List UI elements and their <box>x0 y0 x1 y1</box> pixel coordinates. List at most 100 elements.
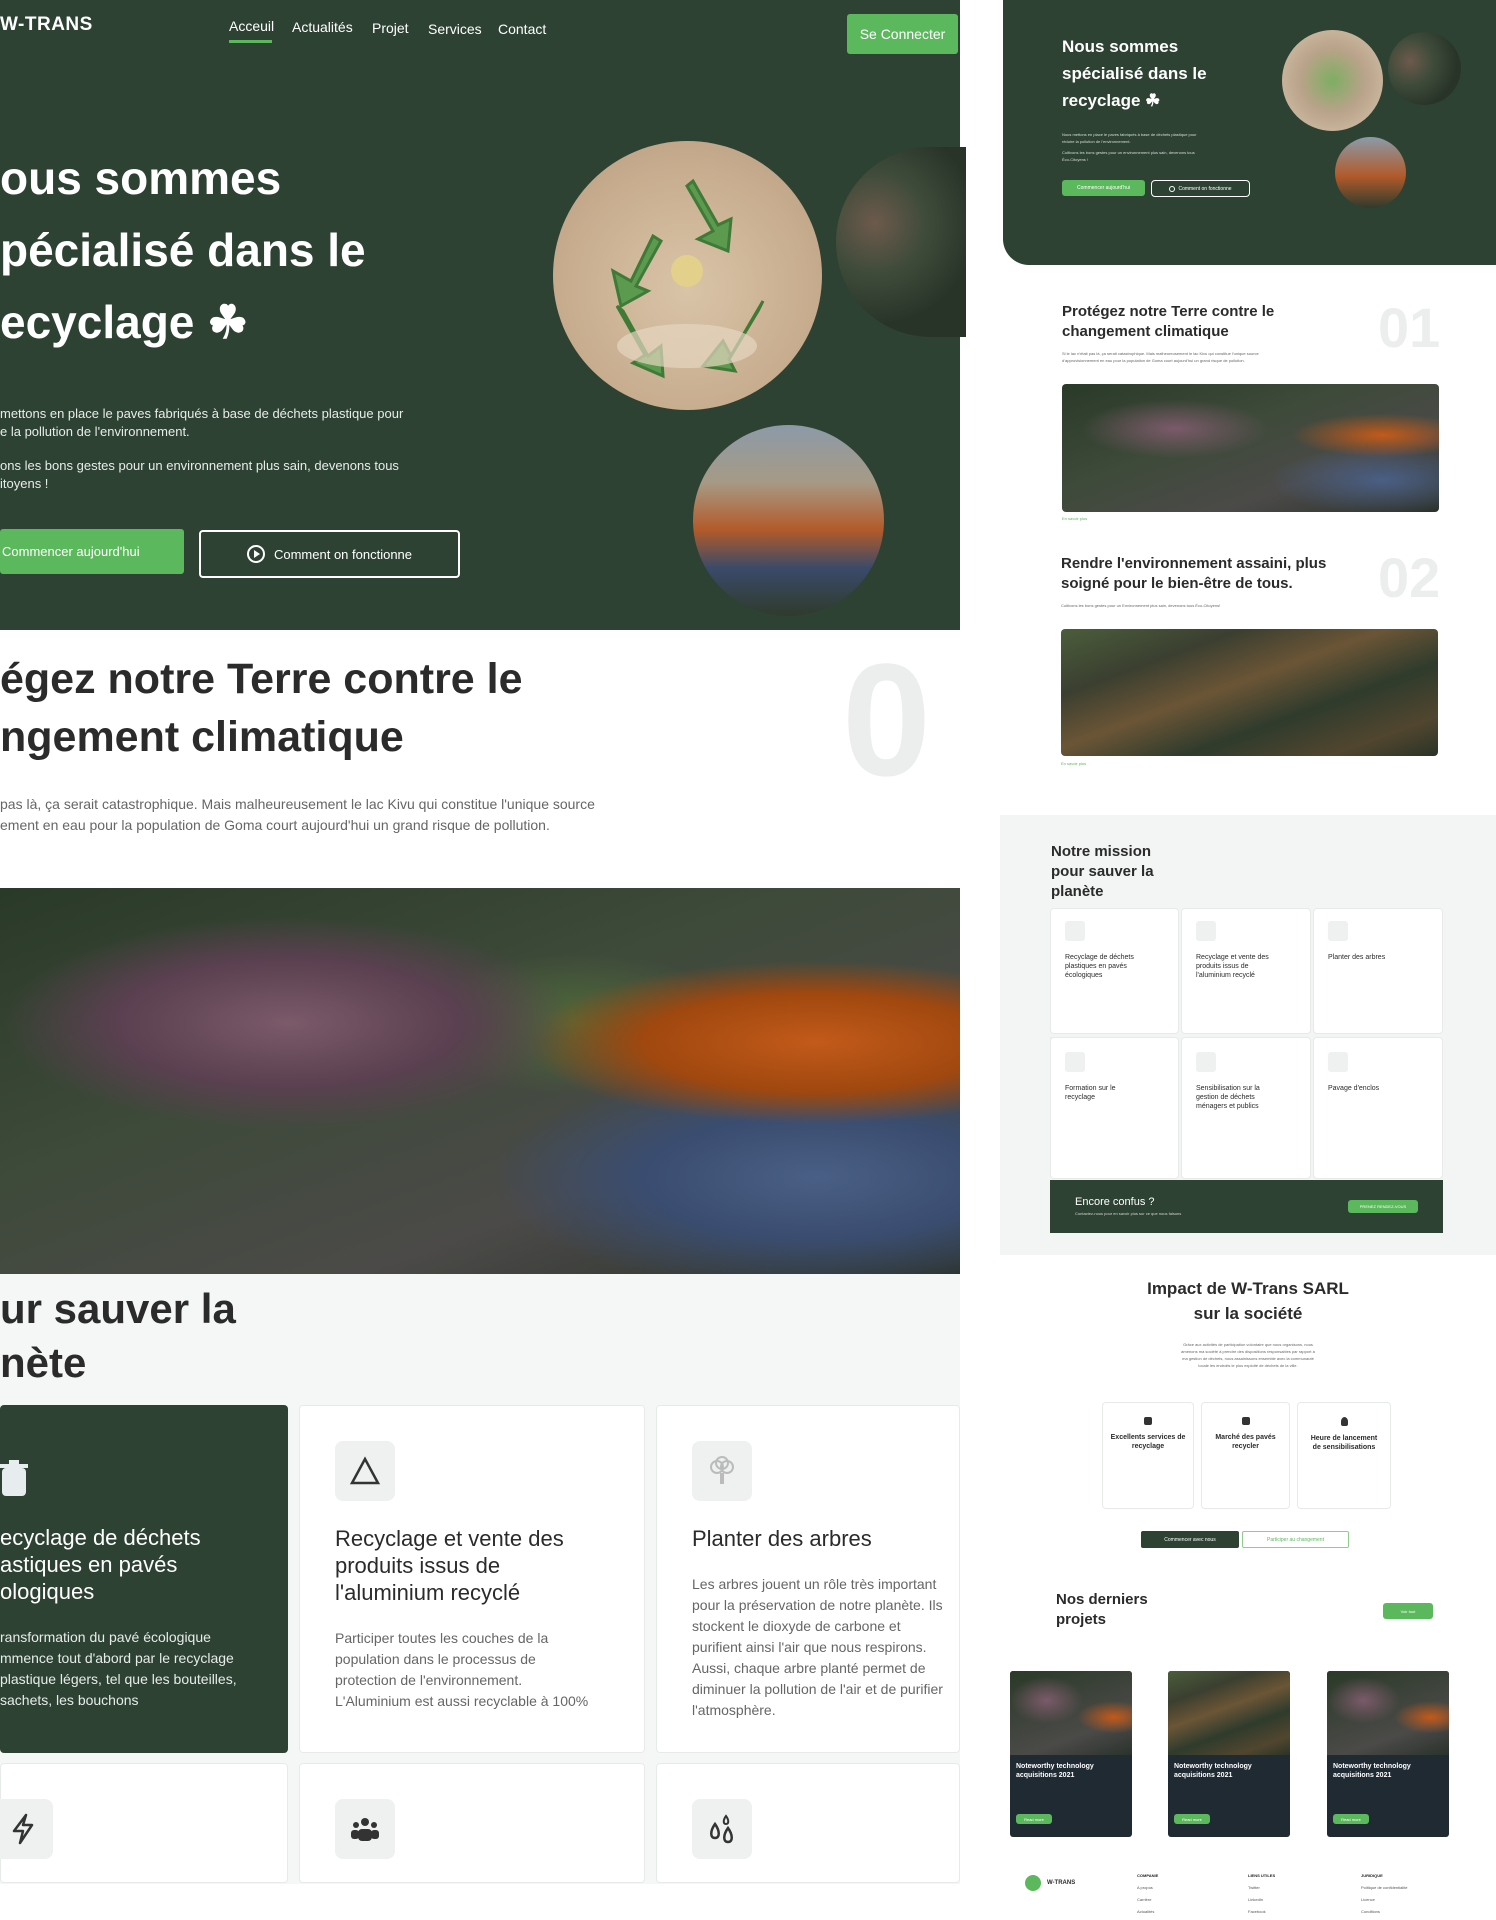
thumb-feature2-text: Cultivons les bons gestes pour un Enviro… <box>1061 602 1220 609</box>
section1-number: 0 <box>842 630 931 809</box>
thumb-mission-card[interactable]: Recyclage et vente des produits issus de… <box>1181 908 1311 1034</box>
mission-card-trees[interactable]: Planter des arbres Les arbres jouent un … <box>656 1405 960 1753</box>
nav-item-projet[interactable]: Projet <box>372 20 409 36</box>
thumb-project-photo <box>1168 1671 1290 1755</box>
thumb-footer-link[interactable]: Carrière <box>1137 1894 1158 1906</box>
thumb-footer-link[interactable]: Politique de confidentialité <box>1361 1882 1407 1894</box>
thumb-mission-title-line: Notre mission <box>1051 843 1152 860</box>
hero-title: ous sommes pécialisé dans le ecyclage ☘ <box>0 142 366 358</box>
mission-card-paving[interactable] <box>656 1763 960 1883</box>
card-title: Recyclage et vente des produits issus de… <box>335 1525 564 1606</box>
thumb-card-title-line: Formation sur le <box>1065 1085 1116 1092</box>
tree-icon <box>1328 921 1348 941</box>
bolt-icon <box>1065 1052 1085 1072</box>
mission-card-awareness[interactable] <box>299 1763 645 1883</box>
how-it-works-button[interactable]: Comment on fonctionne <box>199 530 460 578</box>
thumb-see-all-button[interactable]: Voir tout <box>1383 1603 1433 1619</box>
bulb-small-icon <box>1340 1417 1348 1426</box>
mission-title-line: ur sauver la <box>0 1285 236 1332</box>
nav-item-contact[interactable]: Contact <box>498 21 546 37</box>
hero-title-line: ecyclage ☘ <box>0 296 249 348</box>
nav-item-services[interactable]: Services <box>428 21 482 37</box>
recycle-icon <box>610 178 765 379</box>
thumb-mission-card[interactable]: Formation sur le recyclage <box>1050 1037 1179 1179</box>
thumb-card-title-line: Pavage d'enclos <box>1328 1085 1380 1092</box>
mission-title: ur sauver la nète <box>0 1282 236 1390</box>
nav-item-acceuil[interactable]: Acceuil <box>229 18 274 34</box>
card-text-line: protection de l'environnement. <box>335 1672 523 1688</box>
volunteers-photo <box>693 425 884 616</box>
thumb-impact-text-line: ma gestion de déchets, nous assainissons… <box>1182 1356 1314 1361</box>
thumb-feature-text-line: d'approvisionnement en eau pour la popul… <box>1062 358 1245 363</box>
thumb-card-title-line: plastiques en pavés <box>1065 963 1127 970</box>
thumb-start-with-us-button[interactable]: Commencer avec nous <box>1141 1531 1239 1548</box>
card-title: ecyclage de déchets astiques en pavés ol… <box>0 1524 201 1605</box>
thumb-read-more-button[interactable]: Read more <box>1016 1814 1052 1824</box>
mission-card-plastic[interactable]: ecyclage de déchets astiques en pavés ol… <box>0 1405 288 1753</box>
thumb-project-card[interactable]: Noteworthy technology acquisitions 2021 … <box>1010 1671 1132 1837</box>
thumb-participate-button[interactable]: Participer au changement <box>1242 1531 1349 1548</box>
thumb-start-button[interactable]: Commencer aujourd'hui <box>1062 180 1145 196</box>
recycle-hand-image <box>553 141 822 410</box>
mission-card-training[interactable] <box>0 1763 288 1883</box>
thumb-recycle-image <box>1282 30 1383 131</box>
thumb-hero-title-line: recyclage ☘ <box>1062 91 1161 110</box>
thumb-impact-title-line: sur la société <box>1193 1304 1303 1323</box>
logo[interactable]: W-TRANS <box>0 14 93 36</box>
thumb-mission-card[interactable]: Pavage d'enclos <box>1313 1037 1443 1179</box>
thumb-card-title-line: produits issus de <box>1196 963 1249 970</box>
thumb-mission-title-line: pour sauver la <box>1051 863 1154 880</box>
thumb-confus-text: Contactez-nous pour en savoir plus sur c… <box>1075 1211 1182 1216</box>
thumb-read-more-button[interactable]: Read more <box>1174 1814 1210 1824</box>
thumb-mission-card[interactable]: Sensibilisation sur la gestion de déchet… <box>1181 1037 1311 1179</box>
thumb-hero-title-line: Nous sommes <box>1062 37 1179 56</box>
thumb-feature2-title: Rendre l'environnement assaini, plus soi… <box>1061 554 1326 594</box>
card-title: Planter des arbres <box>692 1525 872 1552</box>
thumb-footer-link[interactable]: A propos <box>1137 1882 1158 1894</box>
thumb-project-card[interactable]: Noteworthy technology acquisitions 2021 … <box>1327 1671 1449 1837</box>
thumb-feature1-link[interactable]: En savoir plus <box>1062 516 1087 521</box>
thumb-footer-link[interactable]: Actualités <box>1137 1906 1158 1918</box>
thumb-card-title-line: Sensibilisation sur la <box>1196 1085 1260 1092</box>
thumb-projects-title: Nos derniers projets <box>1056 1590 1148 1630</box>
thumb-footer-link[interactable]: Licence <box>1361 1894 1407 1906</box>
card-text-line: ransformation du pavé écologique <box>0 1629 211 1645</box>
section1-title-line: ngement climatique <box>0 713 404 761</box>
thumb-feature-title-line: changement climatique <box>1062 323 1229 340</box>
thumb-card-title: Planter des arbres <box>1328 953 1385 962</box>
login-button[interactable]: Se Connecter <box>847 14 958 54</box>
thumb-card-title: Recyclage et vente des produits issus de… <box>1196 953 1269 980</box>
thumb-card-title: Sensibilisation sur la gestion de déchet… <box>1196 1084 1260 1111</box>
thumb-project-card[interactable]: Noteworthy technology acquisitions 2021 … <box>1168 1671 1290 1837</box>
group-icon <box>335 1799 395 1859</box>
thumb-hero-text-line: réduire la pollution de l'environnement. <box>1062 139 1131 144</box>
thumb-feature2-photo <box>1061 629 1438 756</box>
thumb-feature1-title: Protégez notre Terre contre le changemen… <box>1062 302 1274 342</box>
nav-item-actualites[interactable]: Actualités <box>292 19 353 35</box>
mission-card-aluminium[interactable]: Recyclage et vente des produits issus de… <box>299 1405 645 1753</box>
thumb-how-button[interactable]: Comment on fonctionne <box>1151 180 1250 197</box>
card-text: Participer toutes les couches de la popu… <box>335 1628 588 1712</box>
thumb-footer-link[interactable]: Twitter <box>1248 1882 1275 1894</box>
card-title-line: Planter des arbres <box>692 1526 872 1551</box>
hero-paragraph-1: mettons en place le paves fabriqués à ba… <box>0 405 403 441</box>
thumb-footer-link[interactable]: Facebook <box>1248 1906 1275 1918</box>
thumb-appointment-button[interactable]: PRENEZ RENDEZ-VOUS <box>1348 1200 1418 1213</box>
thumb-mission-card[interactable]: Recyclage de déchets plastiques en pavés… <box>1050 908 1179 1034</box>
card-text-line: Les arbres jouent un rôle très important <box>692 1576 937 1592</box>
thumb-footer-link[interactable]: LinkedIn <box>1248 1894 1275 1906</box>
thumb-footer-link[interactable]: Conditions <box>1361 1906 1407 1918</box>
thumb-footer-col-title: LIENS UTILES <box>1248 1873 1276 1878</box>
thumb-card-title-line: Recyclage et vente des <box>1196 954 1269 961</box>
start-today-button[interactable]: Commencer aujourd'hui <box>0 529 184 574</box>
thumb-read-more-button[interactable]: Read more <box>1333 1814 1369 1824</box>
section1-text-line: pas là, ça serait catastrophique. Mais m… <box>0 796 595 812</box>
thumb-mission-title: Notre mission pour sauver la planète <box>1051 842 1154 902</box>
card-text: ransformation du pavé écologique mmence … <box>0 1627 237 1711</box>
thumb-feature2-link[interactable]: En savoir plus <box>1061 761 1086 766</box>
thumb-feature-title-line: Protégez notre Terre contre le <box>1062 303 1275 320</box>
thumb-footer-logo[interactable]: W-TRANS <box>1025 1875 1075 1891</box>
thumb-project-title-line: acquisitions 2021 <box>1333 1772 1392 1779</box>
thumb-mission-card[interactable]: Planter des arbres <box>1313 908 1443 1034</box>
thumb-card-title: Recyclage de déchets plastiques en pavés… <box>1065 953 1134 980</box>
